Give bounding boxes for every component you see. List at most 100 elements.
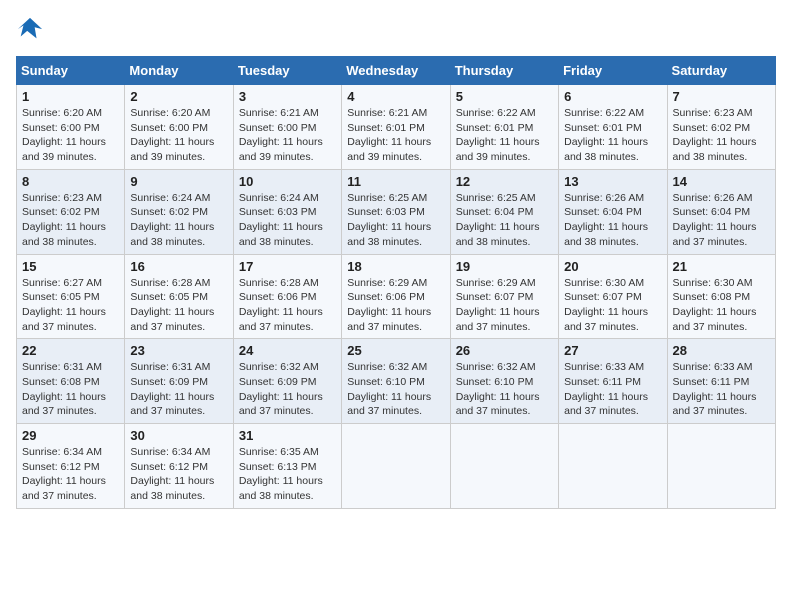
calendar-cell: 16 Sunrise: 6:28 AMSunset: 6:05 PMDayligh… <box>125 254 233 339</box>
day-number: 4 <box>347 89 444 104</box>
calendar-cell: 28 Sunrise: 6:33 AMSunset: 6:11 PMDayligh… <box>667 339 775 424</box>
day-info: Sunrise: 6:21 AMSunset: 6:00 PMDaylight:… <box>239 106 336 165</box>
day-info: Sunrise: 6:28 AMSunset: 6:05 PMDaylight:… <box>130 276 227 335</box>
day-info: Sunrise: 6:22 AMSunset: 6:01 PMDaylight:… <box>456 106 553 165</box>
day-number: 9 <box>130 174 227 189</box>
weekday-header-friday: Friday <box>559 57 667 85</box>
day-number: 31 <box>239 428 336 443</box>
day-info: Sunrise: 6:26 AMSunset: 6:04 PMDaylight:… <box>564 191 661 250</box>
calendar-cell: 2 Sunrise: 6:20 AMSunset: 6:00 PMDaylight… <box>125 85 233 170</box>
logo-icon <box>16 16 44 44</box>
calendar-cell <box>667 424 775 509</box>
calendar-cell: 8 Sunrise: 6:23 AMSunset: 6:02 PMDaylight… <box>17 169 125 254</box>
day-info: Sunrise: 6:31 AMSunset: 6:09 PMDaylight:… <box>130 360 227 419</box>
day-number: 24 <box>239 343 336 358</box>
day-info: Sunrise: 6:24 AMSunset: 6:03 PMDaylight:… <box>239 191 336 250</box>
calendar-week-2: 8 Sunrise: 6:23 AMSunset: 6:02 PMDaylight… <box>17 169 776 254</box>
day-number: 26 <box>456 343 553 358</box>
day-info: Sunrise: 6:24 AMSunset: 6:02 PMDaylight:… <box>130 191 227 250</box>
calendar-cell: 23 Sunrise: 6:31 AMSunset: 6:09 PMDayligh… <box>125 339 233 424</box>
day-number: 6 <box>564 89 661 104</box>
day-number: 15 <box>22 259 119 274</box>
weekday-header-row: SundayMondayTuesdayWednesdayThursdayFrid… <box>17 57 776 85</box>
calendar-cell: 15 Sunrise: 6:27 AMSunset: 6:05 PMDayligh… <box>17 254 125 339</box>
day-info: Sunrise: 6:20 AMSunset: 6:00 PMDaylight:… <box>130 106 227 165</box>
day-number: 19 <box>456 259 553 274</box>
day-number: 7 <box>673 89 770 104</box>
day-info: Sunrise: 6:23 AMSunset: 6:02 PMDaylight:… <box>673 106 770 165</box>
calendar-cell <box>342 424 450 509</box>
day-info: Sunrise: 6:32 AMSunset: 6:10 PMDaylight:… <box>456 360 553 419</box>
day-number: 2 <box>130 89 227 104</box>
day-number: 12 <box>456 174 553 189</box>
day-number: 1 <box>22 89 119 104</box>
day-info: Sunrise: 6:35 AMSunset: 6:13 PMDaylight:… <box>239 445 336 504</box>
weekday-header-monday: Monday <box>125 57 233 85</box>
weekday-header-thursday: Thursday <box>450 57 558 85</box>
calendar-cell: 5Sunrise: 6:22 AMSunset: 6:01 PMDaylight… <box>450 85 558 170</box>
day-info: Sunrise: 6:31 AMSunset: 6:08 PMDaylight:… <box>22 360 119 419</box>
calendar-cell <box>559 424 667 509</box>
day-number: 25 <box>347 343 444 358</box>
day-number: 27 <box>564 343 661 358</box>
calendar-week-5: 29 Sunrise: 6:34 AMSunset: 6:12 PMDayligh… <box>17 424 776 509</box>
weekday-header-saturday: Saturday <box>667 57 775 85</box>
weekday-header-wednesday: Wednesday <box>342 57 450 85</box>
day-number: 30 <box>130 428 227 443</box>
day-number: 28 <box>673 343 770 358</box>
day-number: 11 <box>347 174 444 189</box>
calendar-table: SundayMondayTuesdayWednesdayThursdayFrid… <box>16 56 776 509</box>
calendar-cell: 27Sunrise: 6:33 AMSunset: 6:11 PMDayligh… <box>559 339 667 424</box>
day-number: 29 <box>22 428 119 443</box>
day-number: 10 <box>239 174 336 189</box>
calendar-cell: 3 Sunrise: 6:21 AMSunset: 6:00 PMDaylight… <box>233 85 341 170</box>
day-info: Sunrise: 6:30 AMSunset: 6:08 PMDaylight:… <box>673 276 770 335</box>
weekday-header-tuesday: Tuesday <box>233 57 341 85</box>
day-info: Sunrise: 6:23 AMSunset: 6:02 PMDaylight:… <box>22 191 119 250</box>
day-info: Sunrise: 6:33 AMSunset: 6:11 PMDaylight:… <box>673 360 770 419</box>
calendar-cell: 13 Sunrise: 6:26 AMSunset: 6:04 PMDayligh… <box>559 169 667 254</box>
calendar-cell: 21 Sunrise: 6:30 AMSunset: 6:08 PMDayligh… <box>667 254 775 339</box>
calendar-cell: 4 Sunrise: 6:21 AMSunset: 6:01 PMDaylight… <box>342 85 450 170</box>
day-number: 3 <box>239 89 336 104</box>
day-info: Sunrise: 6:29 AMSunset: 6:06 PMDaylight:… <box>347 276 444 335</box>
day-number: 20 <box>564 259 661 274</box>
day-info: Sunrise: 6:34 AMSunset: 6:12 PMDaylight:… <box>22 445 119 504</box>
calendar-week-1: 1 Sunrise: 6:20 AMSunset: 6:00 PMDaylight… <box>17 85 776 170</box>
day-info: Sunrise: 6:21 AMSunset: 6:01 PMDaylight:… <box>347 106 444 165</box>
day-info: Sunrise: 6:22 AMSunset: 6:01 PMDaylight:… <box>564 106 661 165</box>
calendar-cell: 26 Sunrise: 6:32 AMSunset: 6:10 PMDayligh… <box>450 339 558 424</box>
day-number: 16 <box>130 259 227 274</box>
day-info: Sunrise: 6:29 AMSunset: 6:07 PMDaylight:… <box>456 276 553 335</box>
day-info: Sunrise: 6:25 AMSunset: 6:03 PMDaylight:… <box>347 191 444 250</box>
day-number: 13 <box>564 174 661 189</box>
calendar-cell: 6 Sunrise: 6:22 AMSunset: 6:01 PMDaylight… <box>559 85 667 170</box>
calendar-cell: 12Sunrise: 6:25 AMSunset: 6:04 PMDayligh… <box>450 169 558 254</box>
day-number: 22 <box>22 343 119 358</box>
day-info: Sunrise: 6:20 AMSunset: 6:00 PMDaylight:… <box>22 106 119 165</box>
day-number: 21 <box>673 259 770 274</box>
calendar-cell: 30 Sunrise: 6:34 AMSunset: 6:12 PMDayligh… <box>125 424 233 509</box>
day-info: Sunrise: 6:34 AMSunset: 6:12 PMDaylight:… <box>130 445 227 504</box>
page-header <box>16 16 776 44</box>
day-number: 8 <box>22 174 119 189</box>
day-info: Sunrise: 6:26 AMSunset: 6:04 PMDaylight:… <box>673 191 770 250</box>
day-number: 23 <box>130 343 227 358</box>
weekday-header-sunday: Sunday <box>17 57 125 85</box>
calendar-cell <box>450 424 558 509</box>
day-info: Sunrise: 6:28 AMSunset: 6:06 PMDaylight:… <box>239 276 336 335</box>
calendar-week-3: 15 Sunrise: 6:27 AMSunset: 6:05 PMDayligh… <box>17 254 776 339</box>
calendar-cell: 31 Sunrise: 6:35 AMSunset: 6:13 PMDayligh… <box>233 424 341 509</box>
day-info: Sunrise: 6:30 AMSunset: 6:07 PMDaylight:… <box>564 276 661 335</box>
day-number: 17 <box>239 259 336 274</box>
calendar-cell: 1 Sunrise: 6:20 AMSunset: 6:00 PMDaylight… <box>17 85 125 170</box>
day-info: Sunrise: 6:27 AMSunset: 6:05 PMDaylight:… <box>22 276 119 335</box>
calendar-week-4: 22 Sunrise: 6:31 AMSunset: 6:08 PMDayligh… <box>17 339 776 424</box>
day-info: Sunrise: 6:32 AMSunset: 6:10 PMDaylight:… <box>347 360 444 419</box>
day-number: 14 <box>673 174 770 189</box>
calendar-cell: 14 Sunrise: 6:26 AMSunset: 6:04 PMDayligh… <box>667 169 775 254</box>
calendar-cell: 9 Sunrise: 6:24 AMSunset: 6:02 PMDaylight… <box>125 169 233 254</box>
calendar-cell: 29 Sunrise: 6:34 AMSunset: 6:12 PMDayligh… <box>17 424 125 509</box>
calendar-cell: 20 Sunrise: 6:30 AMSunset: 6:07 PMDayligh… <box>559 254 667 339</box>
calendar-cell: 11 Sunrise: 6:25 AMSunset: 6:03 PMDayligh… <box>342 169 450 254</box>
